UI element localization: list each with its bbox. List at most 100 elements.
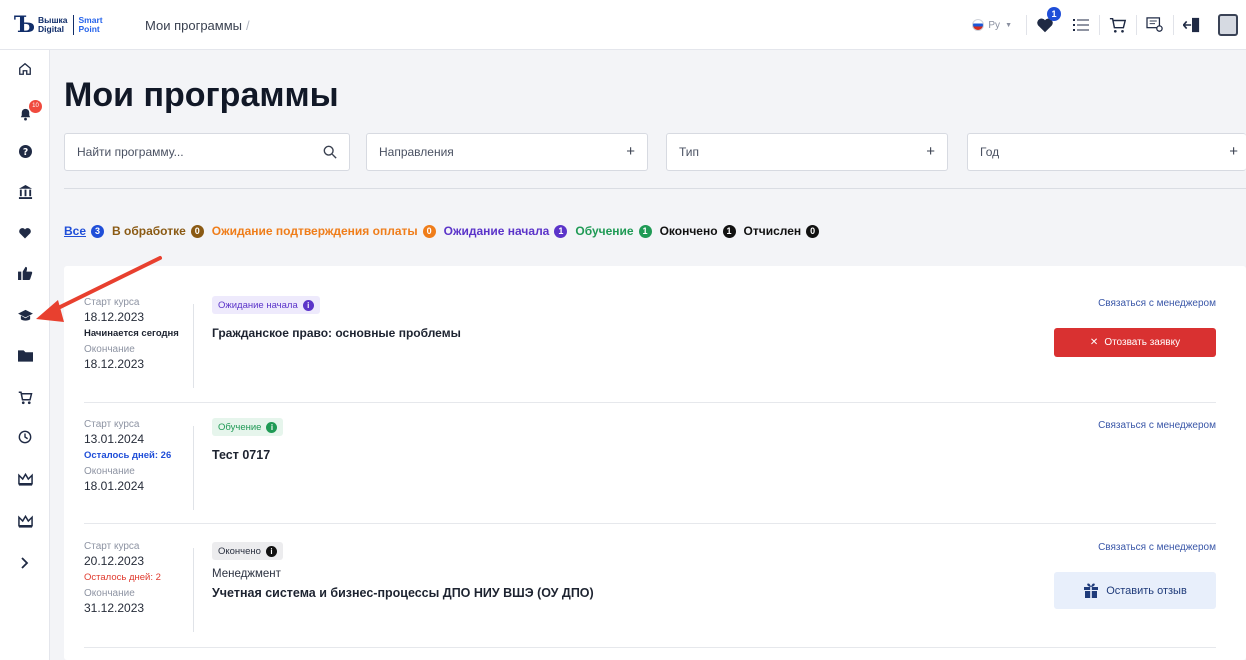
- withdraw-application-button[interactable]: ✕ Отозвать заявку: [1054, 328, 1216, 357]
- search-field[interactable]: Найти программу...: [64, 133, 350, 171]
- tab-expelled[interactable]: Отчислен 0: [744, 224, 820, 238]
- tab-learning[interactable]: Обучение 1: [575, 224, 652, 238]
- year-filter[interactable]: Год +: [967, 133, 1246, 171]
- directions-filter-label: Направления: [379, 145, 454, 159]
- plus-icon: +: [1229, 143, 1238, 160]
- sidebar-item-achievements[interactable]: [0, 462, 50, 496]
- top-bar: Ъ Вышка Digital Smart Point Мои программ…: [0, 0, 1246, 50]
- button-label: Оставить отзыв: [1106, 584, 1187, 597]
- plus-icon: +: [626, 143, 635, 160]
- logout-button[interactable]: [1174, 0, 1210, 50]
- tab-all[interactable]: Все 3: [64, 224, 105, 238]
- button-label: Отозвать заявку: [1104, 337, 1181, 348]
- search-icon[interactable]: [323, 145, 337, 159]
- sidebar-item-university[interactable]: [0, 174, 50, 208]
- tab-count: 0: [806, 224, 820, 238]
- start-date: 20.12.2023: [84, 554, 145, 568]
- tab-label: Окончено: [659, 224, 718, 238]
- cart-button[interactable]: [1100, 0, 1136, 50]
- logo[interactable]: Ъ Вышка Digital Smart Point: [14, 13, 103, 37]
- end-date: 31.12.2023: [84, 601, 145, 615]
- certificate-button[interactable]: [1137, 0, 1173, 50]
- end-label: Окончание: [84, 344, 135, 355]
- list-icon: [1073, 19, 1089, 31]
- sidebar-item-help[interactable]: ?: [0, 134, 50, 168]
- university-icon: [18, 184, 32, 199]
- user-avatar[interactable]: [1218, 14, 1238, 36]
- status-badge: Окончено i: [212, 542, 283, 560]
- end-label: Окончание: [84, 466, 135, 477]
- year-filter-label: Год: [980, 145, 1000, 159]
- logo-line-2: Digital: [38, 24, 65, 34]
- breadcrumb-current[interactable]: Мои программы: [145, 18, 242, 33]
- russia-flag-icon: [972, 19, 985, 31]
- sidebar-item-home[interactable]: [0, 52, 50, 86]
- type-filter-label: Тип: [679, 145, 700, 159]
- logo-text-smart: Smart Point: [79, 16, 103, 34]
- info-icon[interactable]: i: [265, 545, 277, 557]
- list-view-button[interactable]: [1063, 0, 1099, 50]
- contact-manager-link[interactable]: Связаться с менеджером: [1098, 420, 1216, 431]
- sidebar-item-documents[interactable]: [0, 338, 50, 372]
- program-row: Старт курса 18.12.2023 Начинается сегодн…: [84, 296, 1216, 403]
- status-label: Ожидание начала: [218, 299, 298, 311]
- directions-filter[interactable]: Направления +: [366, 133, 648, 171]
- tab-label: Все: [64, 224, 87, 238]
- contact-manager-link[interactable]: Связаться с менеджером: [1098, 298, 1216, 309]
- cart-icon: [18, 391, 32, 404]
- sidebar-item-my-programs[interactable]: [0, 298, 50, 332]
- days-left-note: Осталось дней: 2: [84, 572, 161, 583]
- leave-review-button[interactable]: Оставить отзыв: [1054, 572, 1216, 609]
- program-dates: Старт курса 18.12.2023 Начинается сегодн…: [84, 296, 194, 374]
- tab-processing[interactable]: В обработке 0: [112, 224, 204, 238]
- tab-label: В обработке: [112, 224, 186, 238]
- tab-label: Обучение: [575, 224, 634, 238]
- clock-icon: [18, 430, 32, 444]
- language-selector[interactable]: Ру ▼: [972, 19, 1012, 31]
- program-title[interactable]: Гражданское право: основные проблемы: [212, 326, 461, 340]
- end-date: 18.12.2023: [84, 357, 145, 371]
- program-title[interactable]: Тест 0717: [212, 448, 270, 462]
- program-title[interactable]: Учетная система и бизнес-процессы ДПО НИ…: [212, 586, 594, 600]
- sidebar-item-recommendations[interactable]: [0, 256, 50, 290]
- program-title-text: Гражданское право: основные проблемы: [212, 326, 461, 340]
- favorites-button[interactable]: 1: [1027, 0, 1063, 50]
- info-icon[interactable]: i: [266, 421, 278, 433]
- status-badge: Ожидание начала i: [212, 296, 320, 314]
- program-dates: Старт курса 13.01.2024 Осталось дней: 26…: [84, 418, 194, 496]
- heart-icon: [19, 228, 31, 239]
- end-date: 18.01.2024: [84, 479, 145, 493]
- program-direction: Менеджмент: [212, 568, 281, 580]
- program-row: Старт курса 13.01.2024 Осталось дней: 26…: [84, 418, 1216, 524]
- tab-awaiting-payment[interactable]: Ожидание подтверждения оплаты 0: [212, 224, 436, 238]
- type-filter[interactable]: Тип +: [666, 133, 948, 171]
- breadcrumb-separator: /: [246, 18, 250, 33]
- search-input[interactable]: Найти программу...: [77, 145, 184, 159]
- status-label: Окончено: [218, 545, 261, 557]
- start-date: 18.12.2023: [84, 310, 145, 324]
- sidebar-item-favorites[interactable]: [0, 216, 50, 250]
- program-row: Старт курса 20.12.2023 Осталось дней: 2 …: [84, 540, 1216, 648]
- question-icon: ?: [18, 144, 32, 158]
- start-label: Старт курса: [84, 541, 140, 552]
- sidebar-item-history[interactable]: [0, 420, 50, 454]
- start-label: Старт курса: [84, 297, 140, 308]
- status-tabs: Все 3 В обработке 0 Ожидание подтвержден…: [64, 224, 827, 238]
- tab-awaiting-start[interactable]: Ожидание начала 1: [444, 224, 568, 238]
- sidebar: 10 ?: [0, 50, 50, 660]
- tab-label: Ожидание подтверждения оплаты: [211, 224, 418, 238]
- toolbar-right: Ру ▼ 1: [972, 0, 1246, 50]
- sidebar-item-awards[interactable]: [0, 504, 50, 538]
- info-icon[interactable]: i: [302, 299, 314, 311]
- sidebar-expand-button[interactable]: [0, 546, 50, 580]
- crown-icon: [17, 514, 33, 528]
- tab-finished[interactable]: Окончено 1: [660, 224, 736, 238]
- start-date: 13.01.2024: [84, 432, 145, 446]
- notifications-count-badge: 10: [29, 100, 42, 113]
- contact-manager-link[interactable]: Связаться с менеджером: [1098, 542, 1216, 553]
- sidebar-item-notifications[interactable]: 10: [0, 96, 50, 130]
- sidebar-item-cart[interactable]: [0, 380, 50, 414]
- tab-label: Ожидание начала: [443, 224, 550, 238]
- crown-icon: [17, 472, 33, 486]
- row-divider: [193, 426, 194, 510]
